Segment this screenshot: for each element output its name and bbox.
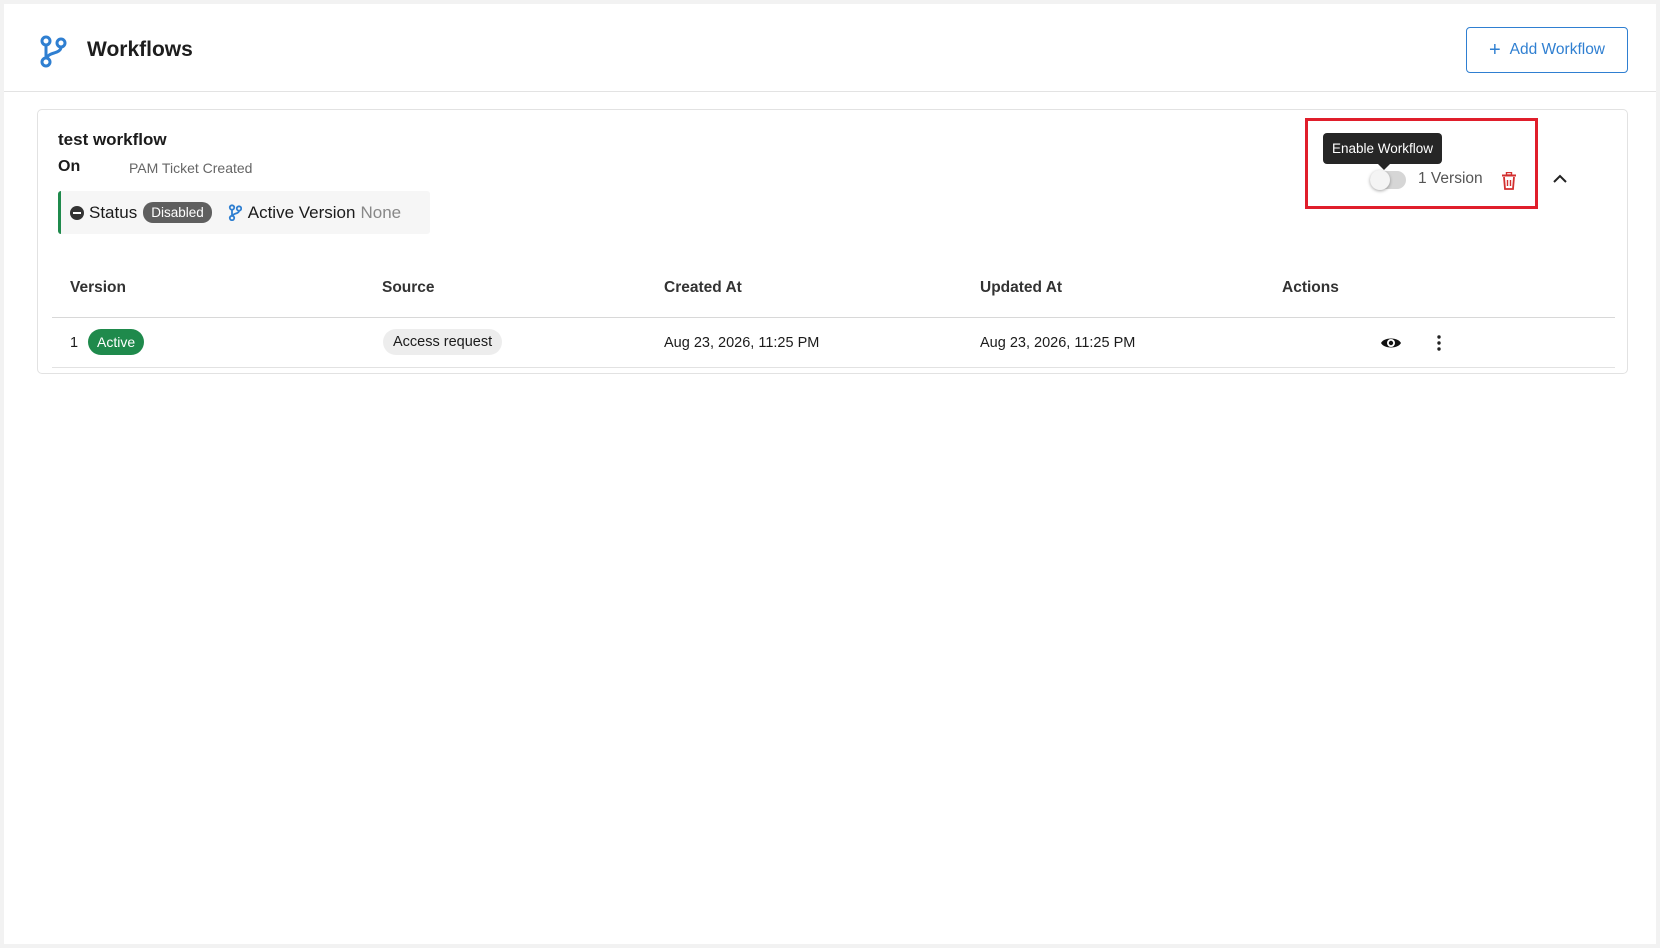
workflow-logo-icon — [40, 35, 67, 68]
version-number: 1 — [70, 335, 79, 351]
trash-icon[interactable] — [1501, 172, 1517, 190]
page-title: Workflows — [87, 38, 193, 61]
chevron-up-icon[interactable] — [1551, 172, 1569, 186]
column-header-updated-at[interactable]: Updated At — [980, 279, 1062, 297]
trigger-name: PAM Ticket Created — [129, 160, 253, 176]
eye-icon[interactable] — [1380, 335, 1402, 351]
version-state-badge: Active — [88, 329, 145, 355]
status-label: Status — [89, 202, 138, 222]
active-version-value: None — [360, 202, 402, 222]
git-branch-icon — [228, 204, 242, 221]
column-header-actions: Actions — [1282, 279, 1339, 296]
column-header-version[interactable]: Version — [70, 279, 126, 297]
status-badge: Disabled — [143, 202, 212, 223]
table-header: Version Source Created At Updated At Act… — [52, 255, 1615, 318]
add-workflow-button[interactable]: + Add Workflow — [1466, 27, 1628, 73]
toggle-knob — [1370, 170, 1390, 190]
plus-icon: + — [1488, 39, 1501, 61]
enable-workflow-toggle[interactable] — [1370, 170, 1406, 190]
version-count: 1 Version — [1418, 170, 1483, 187]
page-header: Workflows + Add Workflow — [4, 4, 1656, 92]
table-row[interactable]: 1 Active Access request Aug 23, 2026, 11… — [52, 318, 1615, 368]
status-summary: Status Disabled Active Version None — [58, 191, 430, 234]
versions-table: Version Source Created At Updated At Act… — [52, 255, 1615, 368]
trigger-on-label: On — [58, 158, 81, 175]
source-badge: Access request — [383, 329, 503, 355]
enable-workflow-tooltip: Enable Workflow — [1323, 133, 1443, 170]
more-vertical-icon[interactable] — [1436, 334, 1442, 352]
active-version-label: Active Version — [247, 202, 356, 222]
column-header-source[interactable]: Source — [382, 279, 435, 297]
created-at-cell: Aug 23, 2026, 11:25 PM — [664, 335, 820, 351]
add-workflow-label: Add Workflow — [1509, 41, 1606, 58]
minus-circle-icon — [70, 205, 84, 220]
app-frame: Workflows + Add Workflow test workflow O… — [4, 4, 1656, 944]
workflow-name: test workflow — [58, 130, 167, 149]
column-header-created-at[interactable]: Created At — [664, 279, 742, 297]
updated-at-cell: Aug 23, 2026, 11:25 PM — [980, 335, 1136, 351]
